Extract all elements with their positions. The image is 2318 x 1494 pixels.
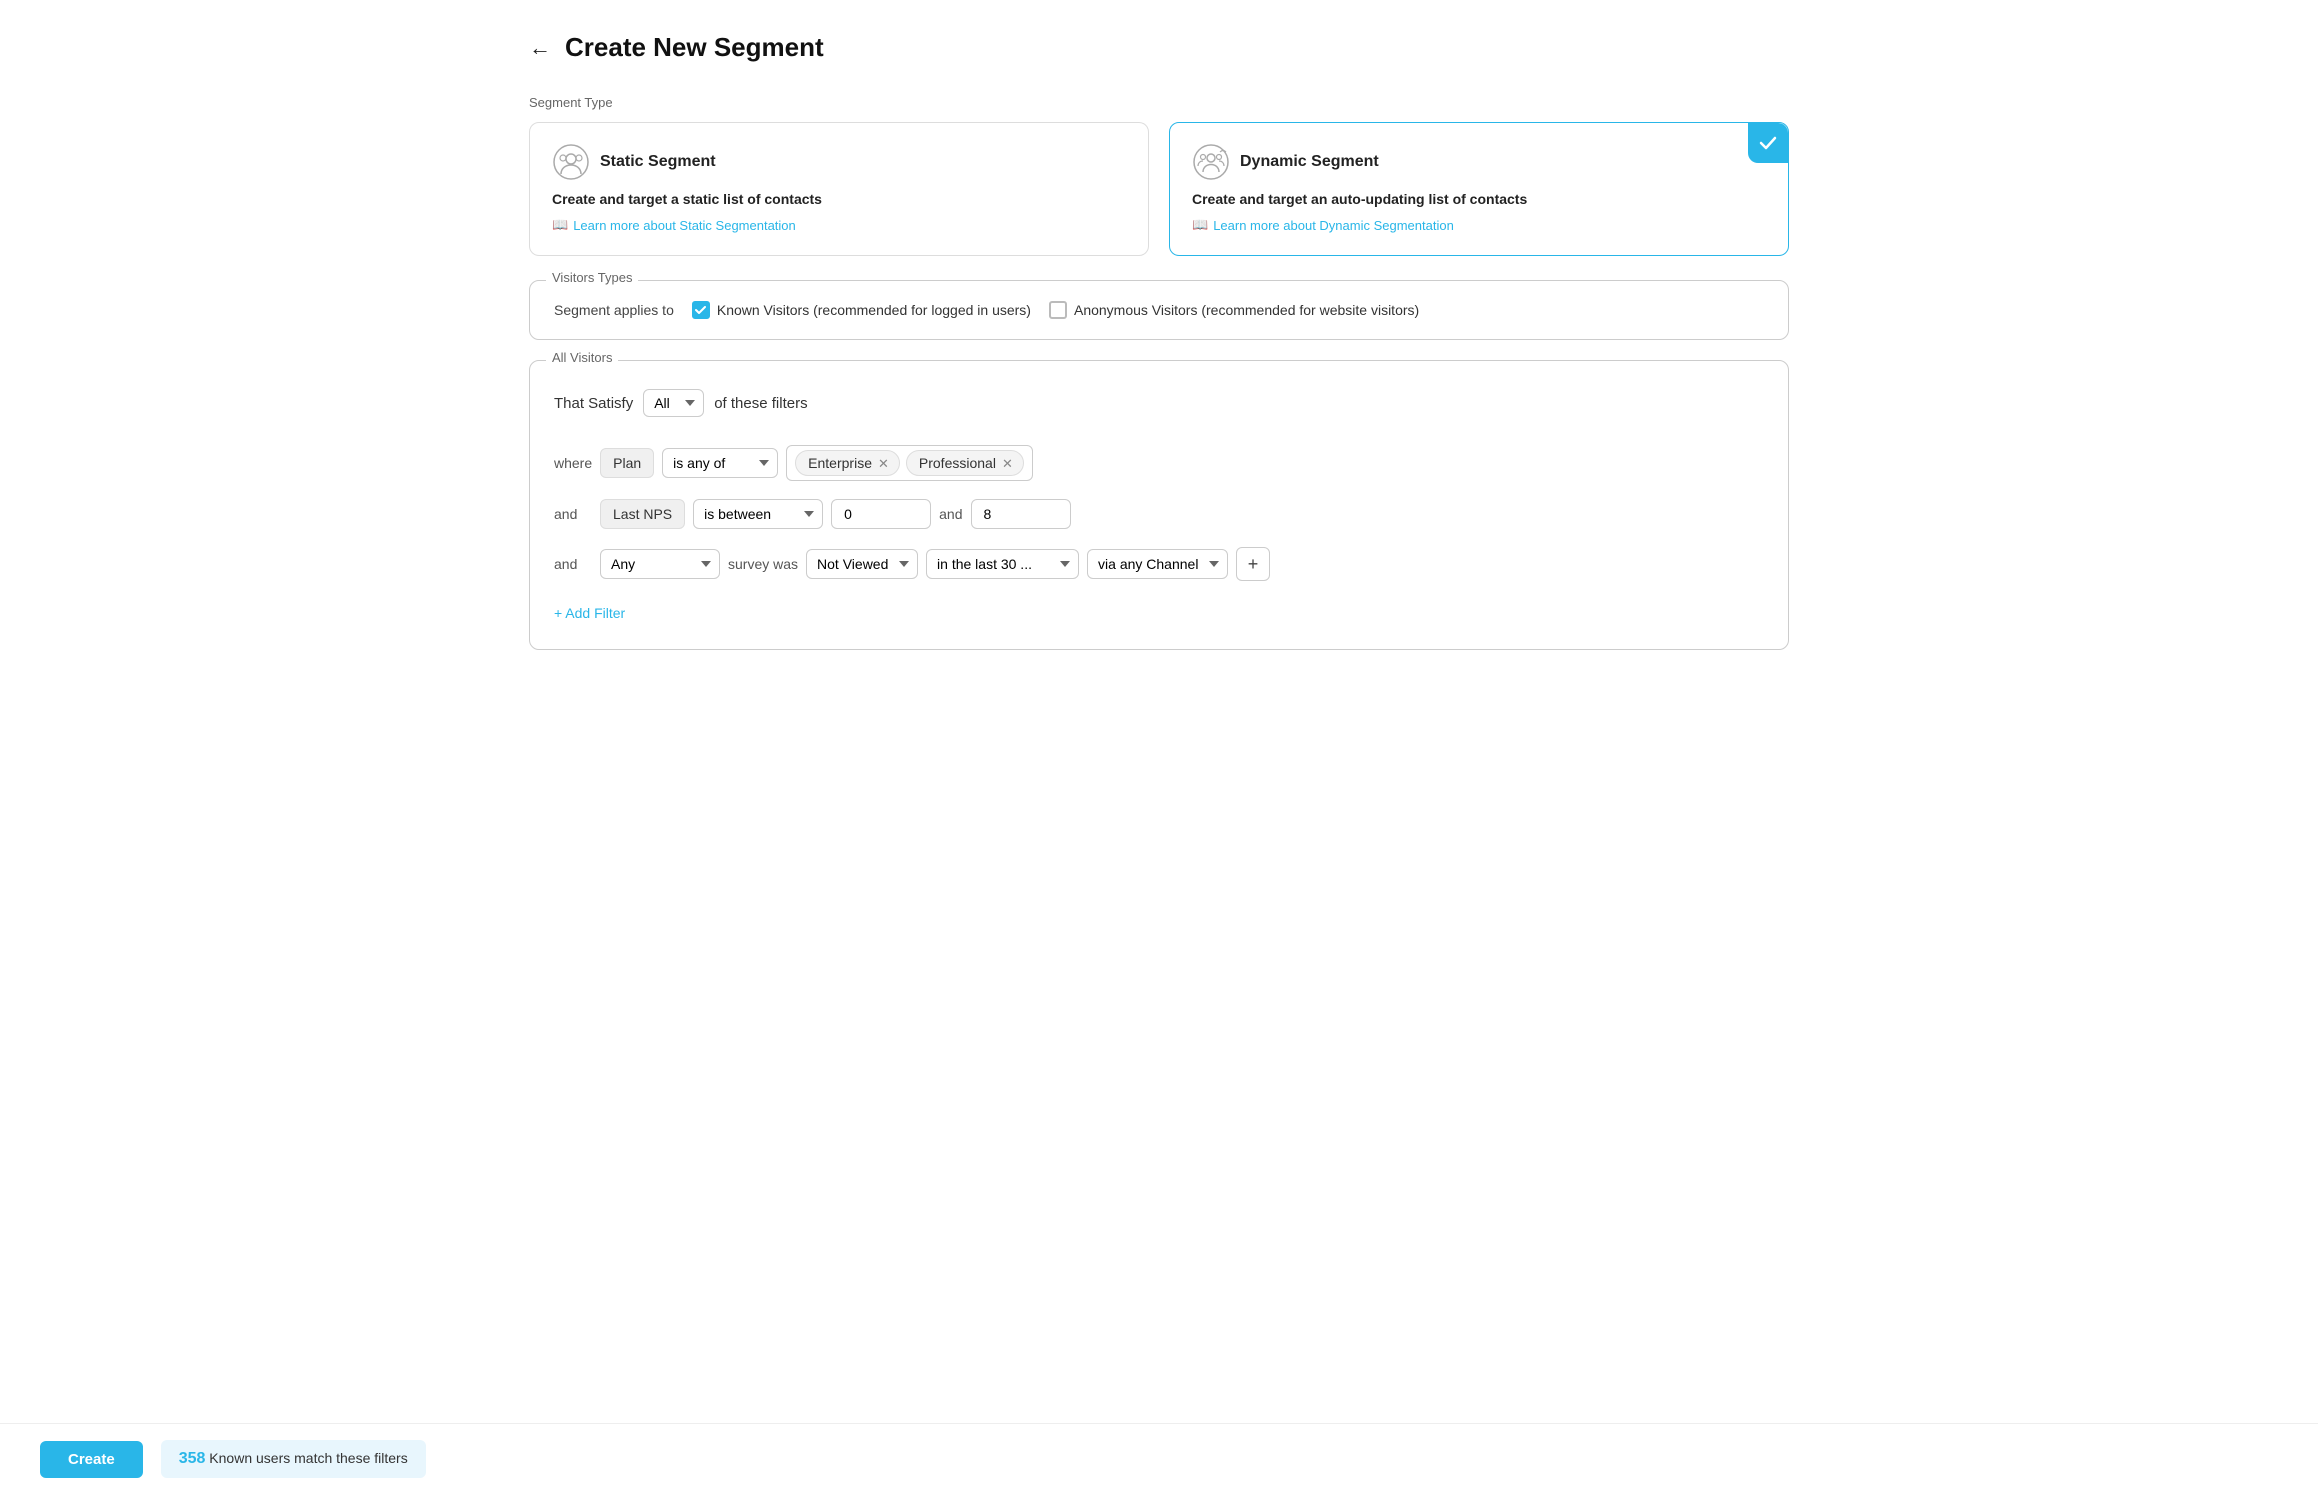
visitor-types-section: Visitors Types Segment applies to Known … [529,280,1789,340]
anonymous-visitors-checkbox-label[interactable]: Anonymous Visitors (recommended for webs… [1049,301,1419,319]
segment-type-label: Segment Type [529,95,1789,110]
filter3-time-select[interactable]: in the last 30 ... in the last 7 days in… [926,549,1079,579]
all-visitors-legend: All Visitors [546,350,618,365]
create-button[interactable]: Create [40,1441,143,1478]
selected-check-badge [1748,123,1788,163]
satisfy-select[interactable]: All Any [643,389,704,417]
remove-enterprise-btn[interactable]: ✕ [878,457,889,470]
filter-row-2: and Last NPS is between is equal to is g… [554,499,1764,529]
filter2-value2[interactable] [971,499,1071,529]
book-icon-2: 📖 [1192,217,1208,233]
known-visitors-label: Known Visitors (recommended for logged i… [717,302,1031,318]
static-segment-title: Static Segment [600,153,716,171]
visitor-types-legend: Visitors Types [546,270,638,285]
satisfy-label: That Satisfy [554,395,633,412]
filter-row-3: and Any survey was Not Viewed Viewed Res… [554,547,1764,581]
remove-professional-btn[interactable]: ✕ [1002,457,1013,470]
tag-professional: Professional ✕ [906,450,1024,476]
tag-enterprise: Enterprise ✕ [795,450,900,476]
static-segment-desc: Create and target a static list of conta… [552,191,1126,207]
bottom-bar: Create 358 Known users match these filte… [0,1423,2318,1494]
filter3-channel-select[interactable]: via any Channel via Email via In-app [1087,549,1228,579]
segment-applies-to-label: Segment applies to [554,302,674,318]
match-count-text: Known users match these filters [209,1450,407,1466]
match-count: 358 [179,1450,206,1467]
filter1-prefix: where [554,455,592,471]
filter1-operator[interactable]: is any of is not is empty is not empty [662,448,778,478]
static-segment-link[interactable]: 📖 Learn more about Static Segmentation [552,217,1126,233]
known-visitors-checkbox-label[interactable]: Known Visitors (recommended for logged i… [692,301,1031,319]
tag-professional-label: Professional [919,455,996,471]
visitors-types-row: Segment applies to Known Visitors (recom… [554,301,1764,319]
filter3-survey-select[interactable]: Any [600,549,720,579]
dynamic-card-header: Dynamic Segment [1192,143,1766,181]
filter3-prefix: and [554,556,592,572]
filter2-attribute: Last NPS [600,499,685,529]
filter3-viewed-select[interactable]: Not Viewed Viewed Responded [806,549,918,579]
static-segment-icon [552,143,590,181]
book-icon: 📖 [552,217,568,233]
add-filter-button[interactable]: + Add Filter [554,599,625,627]
dynamic-segment-desc: Create and target an auto-updating list … [1192,191,1766,207]
back-button[interactable]: ← [529,35,551,61]
filter2-value1[interactable] [831,499,931,529]
all-visitors-section: All Visitors That Satisfy All Any of the… [529,360,1789,650]
match-count-box: 358 Known users match these filters [161,1440,426,1478]
filter-row-1: where Plan is any of is not is empty is … [554,445,1764,481]
satisfy-suffix: of these filters [714,395,807,412]
tag-enterprise-label: Enterprise [808,455,872,471]
static-card-header: Static Segment [552,143,1126,181]
known-checkbox-visual [692,301,710,319]
anonymous-visitors-label: Anonymous Visitors (recommended for webs… [1074,302,1419,318]
filter1-tags-container: Enterprise ✕ Professional ✕ [786,445,1033,481]
dynamic-segment-icon [1192,143,1230,181]
filter1-attribute: Plan [600,448,654,478]
static-segment-card[interactable]: Static Segment Create and target a stati… [529,122,1149,256]
back-arrow-icon: ← [529,35,551,61]
dynamic-segment-link[interactable]: 📖 Learn more about Dynamic Segmentation [1192,217,1766,233]
dynamic-segment-title: Dynamic Segment [1240,153,1379,171]
add-survey-filter-btn[interactable]: + [1236,547,1270,581]
filter2-operator[interactable]: is between is equal to is greater than i… [693,499,823,529]
filter2-and-label: and [939,506,962,522]
dynamic-segment-card[interactable]: Dynamic Segment Create and target an aut… [1169,122,1789,256]
filter2-prefix: and [554,506,592,522]
satisfy-row: That Satisfy All Any of these filters [554,389,1764,417]
filter3-survey-label: survey was [728,556,798,572]
anonymous-checkbox-visual [1049,301,1067,319]
segment-type-row: Static Segment Create and target a stati… [529,122,1789,256]
page-title: Create New Segment [565,32,824,63]
